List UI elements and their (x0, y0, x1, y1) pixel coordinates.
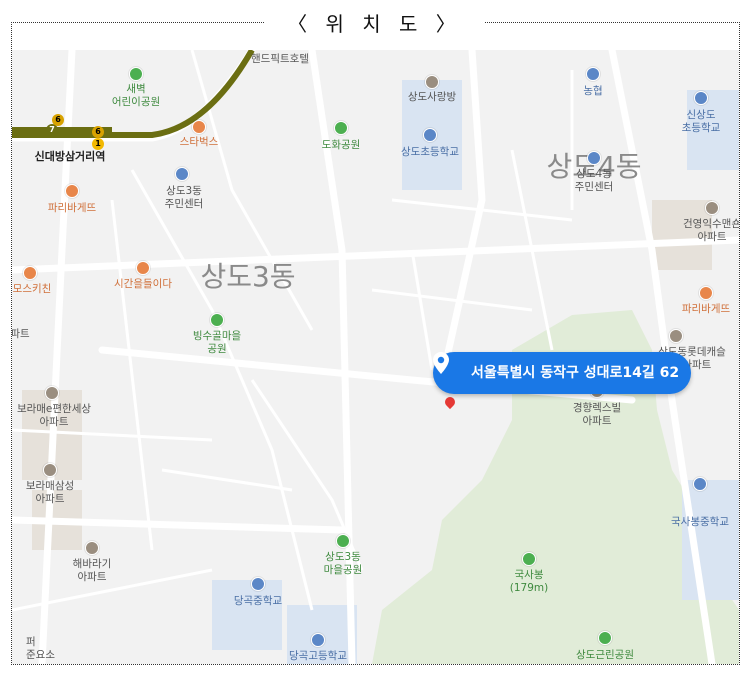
place-icon (425, 75, 439, 89)
place-label[interactable]: 스타벅스 (180, 136, 219, 149)
line-6b-icon: 6 (92, 126, 104, 138)
restaurant-icon (136, 261, 150, 275)
apartment-icon (45, 386, 59, 400)
park-icon (598, 631, 612, 645)
place-label[interactable]: 상도4동 주민센터 (575, 168, 614, 194)
mountain-icon (522, 552, 536, 566)
place-label[interactable]: 보라매삼성 아파트 (26, 480, 74, 506)
place-label[interactable]: 해바라기 아파트 (73, 558, 112, 584)
map-title-text: 〈 위 치 도 〉 (265, 8, 484, 37)
school-icon (423, 128, 437, 142)
place-label[interactable]: 보라매e편한세상 아파트 (17, 403, 91, 429)
address-callout[interactable]: 서울특별시 동작구 성대로14길 62 (433, 352, 692, 394)
place-label[interactable]: 국사봉중학교 (671, 516, 729, 529)
place-label[interactable]: 국사봉 (179m) (510, 569, 548, 595)
park-icon (129, 67, 143, 81)
office-icon (587, 151, 601, 165)
park-icon (210, 313, 224, 327)
bakery-icon (65, 184, 79, 198)
office-icon (175, 167, 189, 181)
apartment-icon (43, 463, 57, 477)
school-icon (693, 477, 707, 491)
school-icon (694, 91, 708, 105)
park-icon (334, 121, 348, 135)
place-label[interactable]: 새벽 어린이공원 (112, 83, 160, 109)
place-label[interactable]: 당곡고등학교 (289, 650, 347, 663)
line-6-icon: 6 (52, 114, 64, 126)
district-sangdo3: 상도3동 (200, 260, 296, 293)
place-label[interactable]: 퍼 준요소 (26, 636, 55, 662)
school-icon (251, 577, 265, 591)
location-map[interactable]: 7 6 6 1 신대방삼거리역 상도3동 상도4동 새벽 어린이공원 핸드픽트호… (12, 50, 739, 664)
place-label[interactable]: 상도3동 마을공원 (324, 551, 363, 577)
place-label[interactable]: 경향렉스빌 아파트 (573, 402, 621, 428)
pin-icon (433, 352, 449, 374)
place-label[interactable]: 핸드픽트호텔 (251, 53, 309, 66)
place-label[interactable]: 상도초등학교 (401, 146, 459, 159)
place-label[interactable]: 파리바게뜨 (48, 202, 96, 215)
cafe-icon (192, 120, 206, 134)
place-label[interactable]: 파리바게뜨 (682, 303, 730, 316)
place-label[interactable]: 상도사랑방 (408, 91, 456, 104)
place-label[interactable]: 빙수골마을 공원 (193, 330, 241, 356)
restaurant-icon (23, 266, 37, 280)
school-icon (311, 633, 325, 647)
map-title: 〈 위 치 도 〉 (0, 8, 749, 37)
place-label[interactable]: 파트 (12, 328, 30, 341)
place-label[interactable]: 모스키친 (13, 283, 52, 296)
apartment-icon (669, 329, 683, 343)
place-label[interactable]: 신상도 초등학교 (682, 109, 721, 135)
place-label[interactable]: 상도3동 주민센터 (165, 185, 204, 211)
station-label[interactable]: 신대방삼거리역 (35, 150, 106, 163)
place-label[interactable]: 도화공원 (322, 139, 361, 152)
apartment-icon (85, 541, 99, 555)
place-label[interactable]: 건영익수맨숀 아파트 (683, 218, 739, 244)
place-label[interactable]: 당곡중학교 (234, 595, 282, 608)
address-text: 서울특별시 동작구 성대로14길 62 (471, 365, 680, 381)
place-label[interactable]: 농협 (583, 85, 602, 98)
place-label[interactable]: 시간을들이다 (114, 278, 172, 291)
bank-icon (586, 67, 600, 81)
apartment-icon (705, 201, 719, 215)
park-icon (336, 534, 350, 548)
place-label[interactable]: 상도근린공원 (576, 649, 634, 662)
line-1-icon: 1 (92, 138, 104, 150)
bakery-icon (699, 286, 713, 300)
